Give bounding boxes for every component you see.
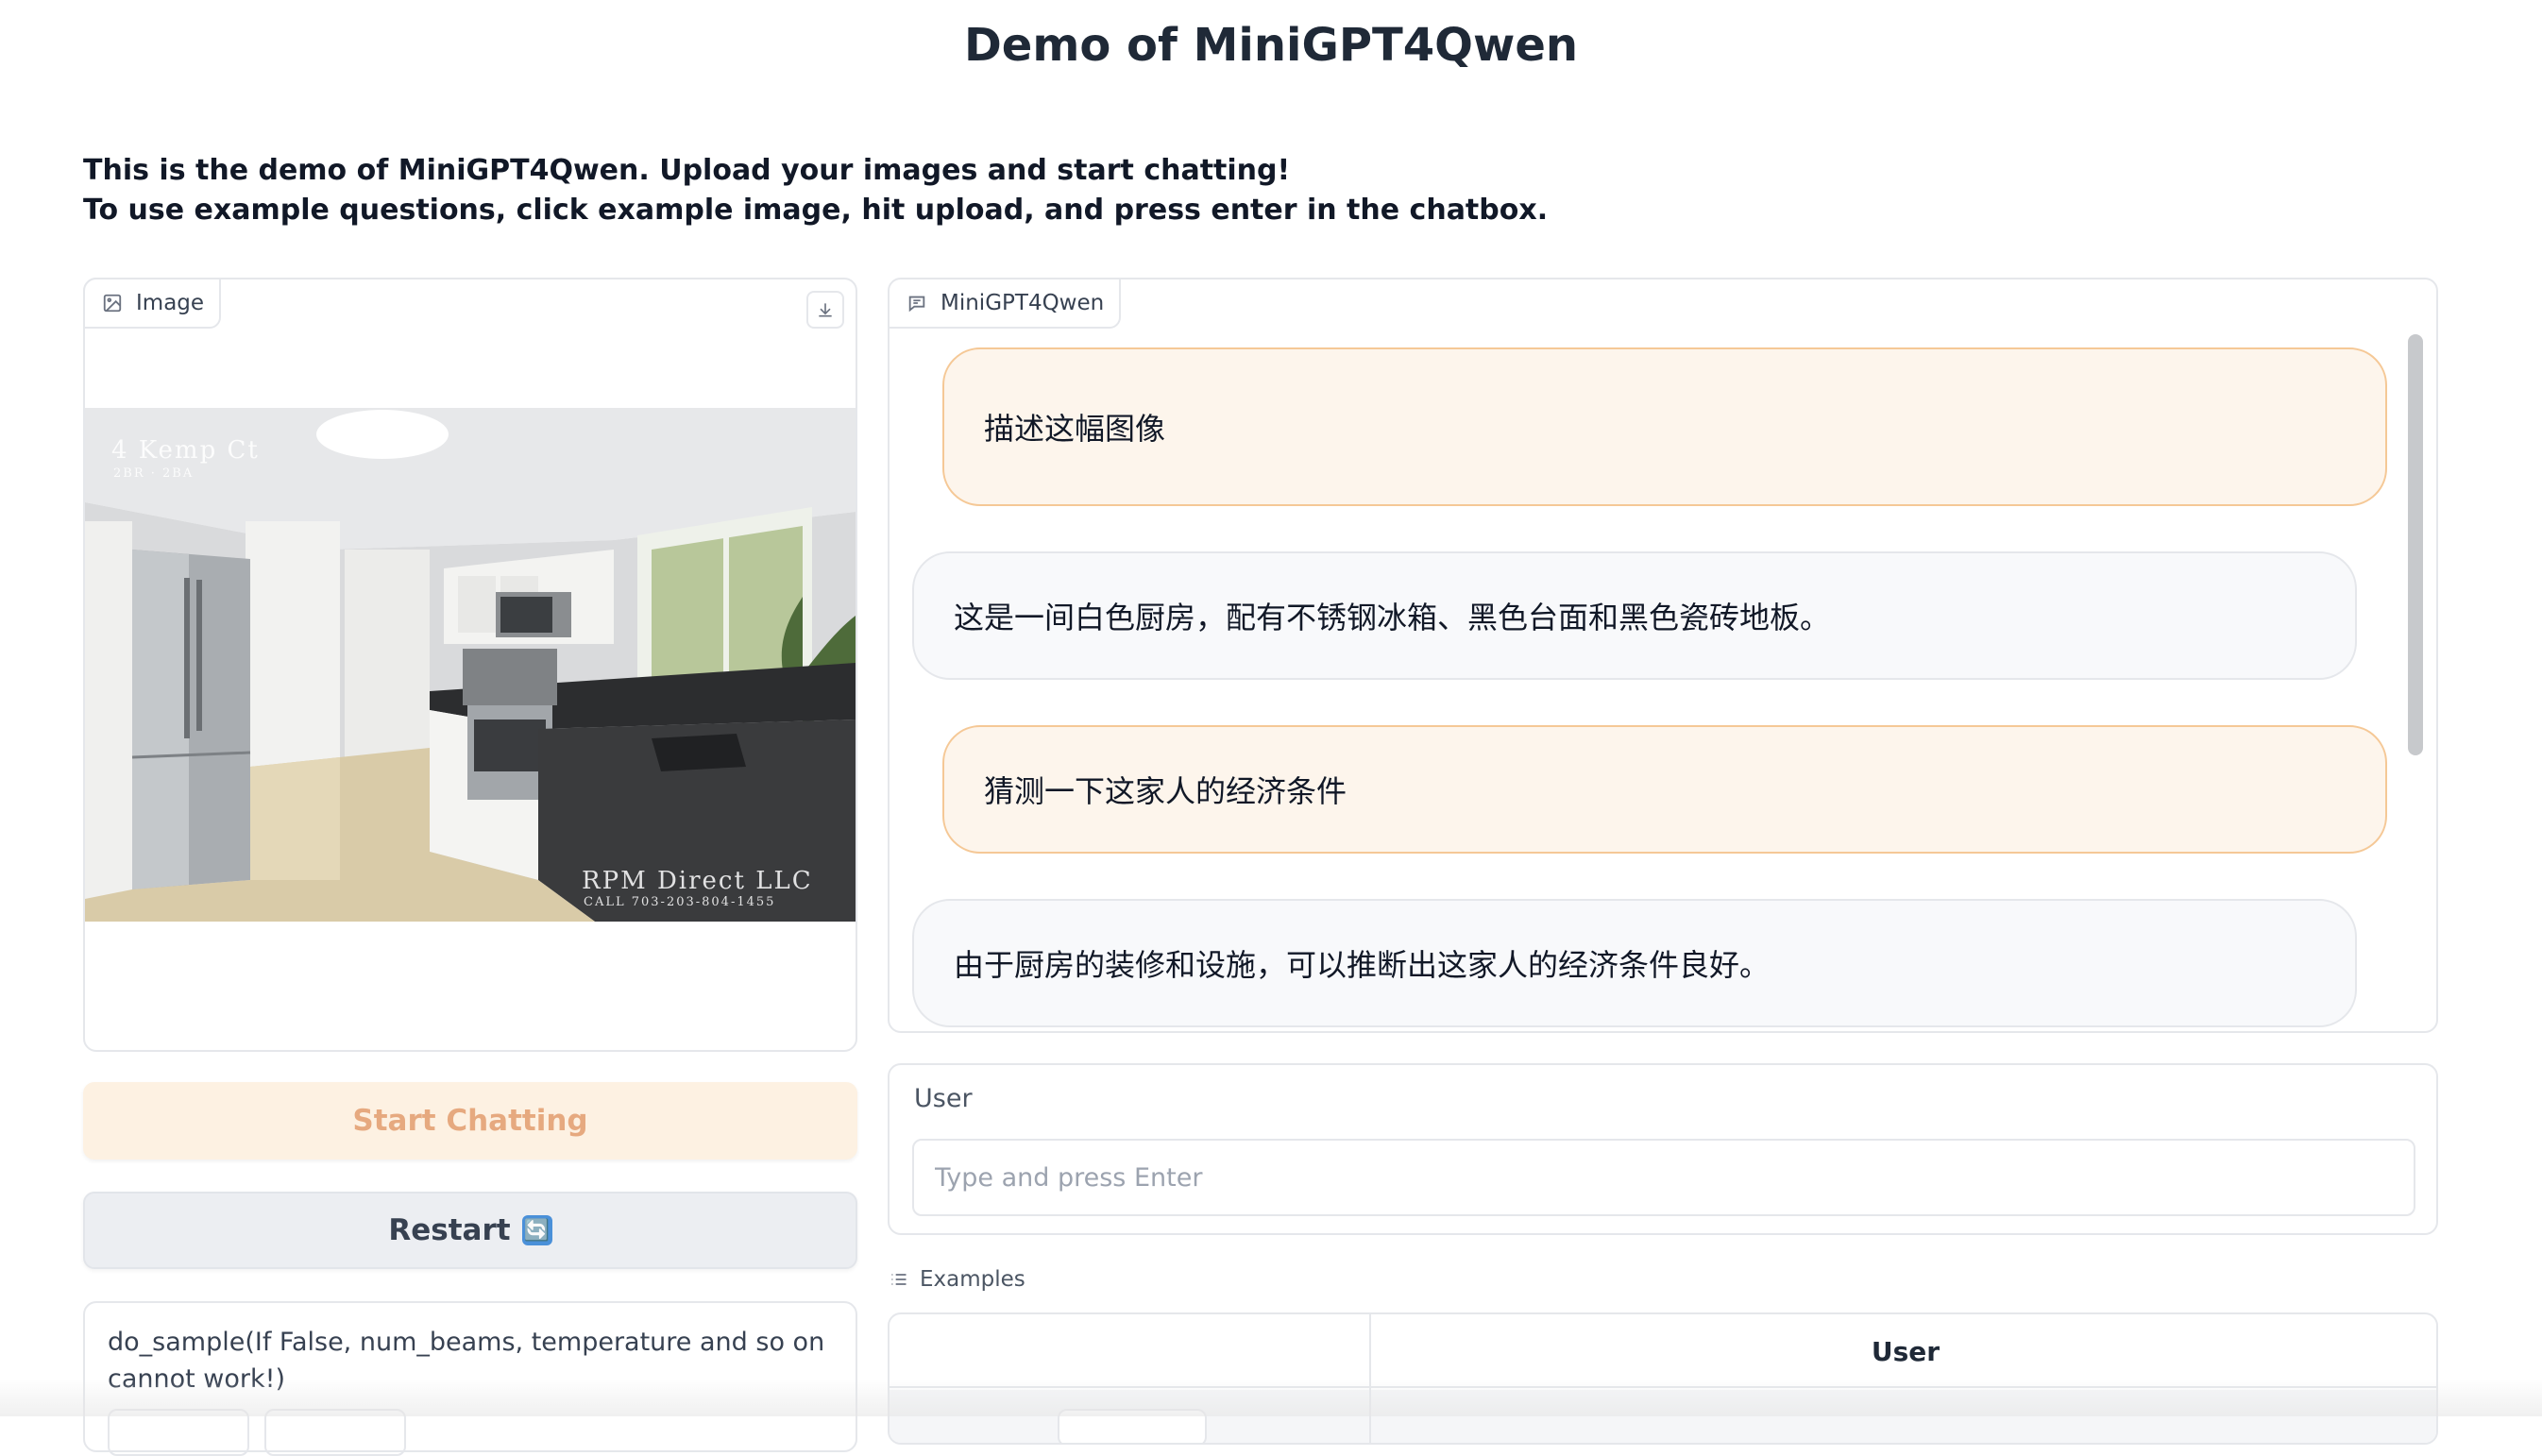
intro-text: This is the demo of MiniGPT4Qwen. Upload… (83, 151, 1548, 230)
intro-line-1: This is the demo of MiniGPT4Qwen. Upload… (83, 154, 1291, 187)
chat-icon (908, 296, 925, 313)
uploaded-image: 4 Kemp Ct 2BR · 2BA RPM Direct LLC CALL … (85, 408, 856, 922)
watermark-top-sub: 2BR · 2BA (113, 466, 195, 481)
chat-message-text: 这是一间白色厨房，配有不锈钢冰箱、黑色台面和黑色瓷砖地板。 (954, 600, 1831, 635)
intro-line-2: To use example questions, click example … (83, 194, 1549, 227)
chat-message-bot: 这是一间白色厨房，配有不锈钢冰箱、黑色台面和黑色瓷砖地板。 (912, 551, 2357, 680)
download-button[interactable] (806, 291, 844, 329)
image-icon (103, 294, 122, 313)
user-input-label: User (914, 1084, 973, 1113)
examples-label-text: Examples (920, 1267, 1025, 1292)
examples-label: Examples (890, 1267, 1025, 1292)
chatbot-panel[interactable]: MiniGPT4Qwen 描述这幅图像 这是一间白色厨房，配有不锈钢冰箱、黑色台… (888, 278, 2438, 1033)
page-title: Demo of MiniGPT4Qwen (963, 19, 1579, 72)
download-icon (819, 303, 832, 317)
chatbot-panel-label-text: MiniGPT4Qwen (941, 291, 1105, 315)
restart-button[interactable]: Restart 🔄 (83, 1192, 857, 1269)
examples-column-user: User (1871, 1335, 1940, 1367)
chat-message-text: 猜测一下这家人的经济条件 (984, 773, 1347, 809)
chat-message-text: 描述这幅图像 (984, 411, 1166, 447)
chat-message-user: 猜测一下这家人的经济条件 (942, 725, 2387, 854)
bottom-fade (0, 1379, 2542, 1416)
image-panel[interactable]: Image 4 Kemp Ct 2BR · 2BA RPM Direct LLC… (83, 278, 857, 1052)
start-chatting-button[interactable]: Start Chatting (83, 1082, 857, 1160)
chat-message-user: 描述这幅图像 (942, 347, 2387, 506)
chatbot-panel-label: MiniGPT4Qwen (890, 279, 1122, 329)
watermark-top: 4 Kemp Ct (111, 436, 260, 465)
watermark-bottom-sub: CALL 703-203-804-1455 (584, 895, 776, 909)
restart-button-label: Restart (388, 1213, 511, 1247)
user-input-group: User (888, 1063, 2438, 1235)
restart-icon: 🔄 (521, 1215, 552, 1245)
chat-scrollbar[interactable] (2408, 334, 2423, 755)
list-icon (891, 1274, 907, 1285)
image-panel-label: Image (83, 278, 222, 329)
user-input[interactable] (912, 1139, 2415, 1216)
image-panel-label-text: Image (136, 291, 205, 315)
chat-message-bot: 由于厨房的装修和设施，可以推断出这家人的经济条件良好。 (912, 899, 2357, 1027)
chat-message-text: 由于厨房的装修和设施，可以推断出这家人的经济条件良好。 (954, 947, 1771, 983)
do-sample-checkbox-group[interactable]: do_sample(If False, num_beams, temperatu… (83, 1301, 857, 1456)
watermark-bottom: RPM Direct LLC (582, 867, 813, 895)
